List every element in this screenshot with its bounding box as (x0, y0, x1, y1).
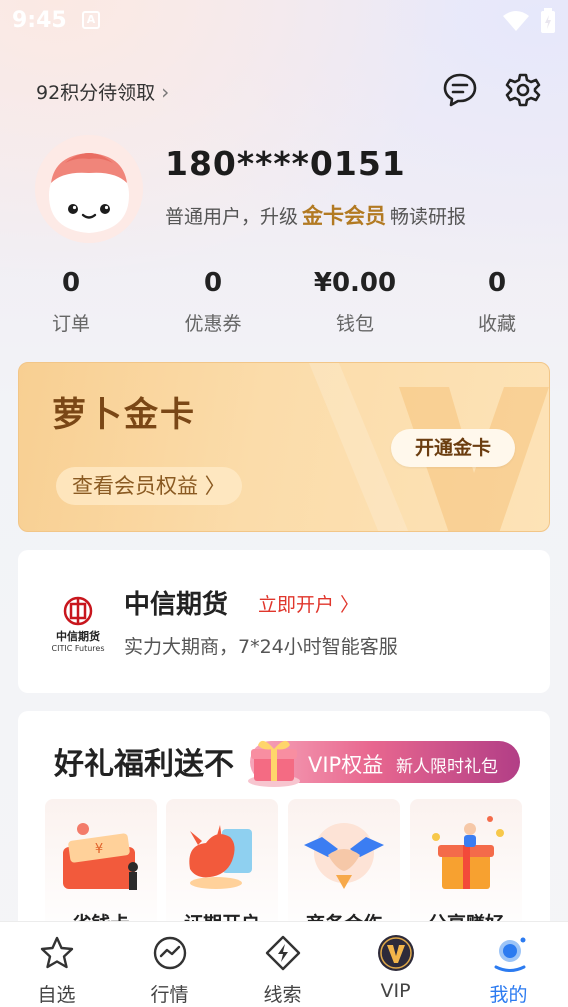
benefit-tile-share-earn[interactable]: 分享赚好 (410, 799, 522, 939)
benefit-tile-savings-card[interactable]: ¥ 省钱卡 (45, 799, 157, 939)
points-pending-link[interactable]: 92积分待领取 › (36, 78, 169, 105)
tab-watchlist[interactable]: 自选 (0, 922, 113, 1007)
citic-logo-cn: 中信期货 (56, 630, 100, 643)
stat-label: 钱包 (335, 313, 374, 335)
gold-member-highlight: 金卡会员 (302, 204, 387, 228)
gold-card-banner[interactable]: 萝卜金卡 查看会员权益 〉 开通金卡 (18, 362, 550, 532)
vip-badge-icon (378, 935, 414, 971)
citic-futures-card[interactable]: 中信期货 CITIC Futures 中信期货 立即开户 〉 实力大期商，7*2… (18, 550, 550, 693)
profile-icon (494, 937, 526, 972)
avatar[interactable] (35, 135, 143, 243)
stat-favorites[interactable]: 0 收藏 (426, 265, 568, 336)
wifi-icon (503, 11, 529, 31)
benefit-tile-business-cooperation[interactable]: 商务合作 (288, 799, 400, 939)
savings-card-icon: ¥ (63, 823, 138, 890)
stat-value: 0 (203, 268, 223, 298)
tab-label: 我的 (489, 984, 528, 1006)
member-upgrade-line[interactable]: 普通用户，升级 金卡会员 畅读研报 (165, 200, 466, 230)
tab-label: 行情 (150, 984, 189, 1006)
tab-clues[interactable]: 线索 (226, 922, 339, 1007)
view-member-benefits-link[interactable]: 查看会员权益 〉 (56, 467, 242, 505)
benefits-title: 好礼福利送不 (54, 747, 234, 782)
citic-emblem-icon (63, 596, 93, 626)
tab-label: VIP (380, 980, 411, 1002)
battery-icon (541, 8, 555, 33)
citic-logo: 中信期货 CITIC Futures (46, 596, 110, 656)
tab-vip[interactable]: VIP (339, 922, 452, 1007)
citic-description: 实力大期商，7*24小时智能客服 (124, 636, 398, 658)
member-suffix: 畅读研报 (390, 206, 467, 228)
status-time: 9:45 (12, 8, 67, 33)
stat-wallet[interactable]: ¥0.00 钱包 (284, 265, 426, 336)
bottom-tab-bar: 自选 行情 线索 VIP 我的 (0, 921, 568, 1007)
benefits-section: 好礼福利送不 VIP权益 新人限时礼包 ¥ 省钱卡 证期开户 (18, 711, 550, 941)
open-account-link[interactable]: 立即开户 〉 (258, 590, 359, 617)
tab-label: 线索 (263, 984, 302, 1006)
gold-card-title: 萝卜金卡 (52, 395, 196, 435)
bull-icon (189, 825, 252, 889)
bolt-diamond-icon (265, 935, 301, 971)
gear-icon[interactable] (505, 72, 541, 108)
stat-label: 优惠券 (184, 313, 242, 335)
stat-orders[interactable]: 0 订单 (0, 265, 142, 336)
chart-circle-icon (153, 936, 187, 970)
gift-box-icon (248, 740, 300, 787)
tab-label: 自选 (37, 984, 76, 1006)
points-text: 92积分待领取 (36, 82, 156, 104)
vip-benefits-label: VIP权益 (308, 753, 384, 777)
handshake-icon (304, 823, 384, 889)
stat-label: 订单 (51, 313, 90, 335)
member-prefix: 普通用户，升级 (165, 206, 299, 228)
stat-coupons[interactable]: 0 优惠券 (142, 265, 284, 336)
benefit-tile-account-opening[interactable]: 证期开户 (166, 799, 278, 939)
stat-label: 收藏 (477, 313, 516, 335)
notification-icon: A (82, 11, 100, 29)
stat-value: 0 (487, 268, 507, 298)
svg-text:¥: ¥ (95, 842, 103, 857)
citic-logo-en: CITIC Futures (51, 644, 105, 653)
gift-share-icon (432, 816, 504, 889)
status-bar: 9:45 A (0, 0, 568, 44)
user-stats: 0 订单 0 优惠券 ¥0.00 钱包 0 收藏 (0, 265, 568, 345)
tab-mine[interactable]: 我的 (452, 922, 565, 1007)
star-icon (40, 936, 74, 969)
citic-name: 中信期货 (124, 590, 229, 620)
vip-benefits-subtitle: 新人限时礼包 (396, 757, 498, 777)
user-phone: 180****0151 (165, 144, 406, 183)
stat-value: 0 (61, 268, 81, 298)
stat-value: ¥0.00 (313, 268, 397, 298)
radish-mascot-icon (35, 135, 143, 243)
chevron-right-icon: › (161, 79, 170, 104)
open-gold-card-button[interactable]: 开通金卡 (391, 429, 515, 467)
chat-bubble-icon[interactable] (442, 72, 478, 108)
tab-market[interactable]: 行情 (113, 922, 226, 1007)
